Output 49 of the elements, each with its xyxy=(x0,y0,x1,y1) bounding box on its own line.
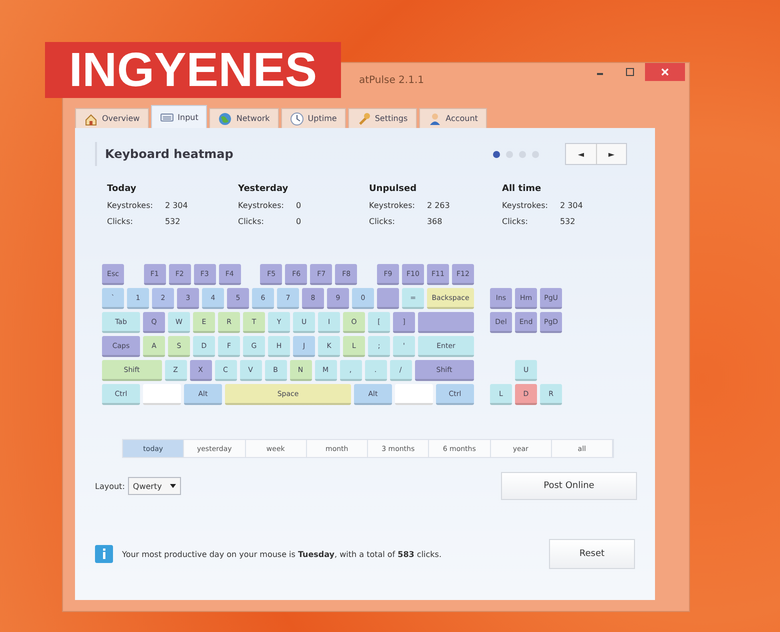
tab[interactable]: Input xyxy=(150,105,208,128)
page-dot[interactable] xyxy=(493,150,500,158)
globe-icon xyxy=(218,112,232,126)
tab[interactable]: Overview xyxy=(75,108,149,128)
layout-label: Layout: xyxy=(95,482,125,490)
tab[interactable]: Account xyxy=(418,108,487,128)
close-icon xyxy=(660,67,670,77)
stat-value: 0 xyxy=(296,201,302,210)
stat-label: Keystrokes: xyxy=(107,201,153,210)
page-dot[interactable] xyxy=(506,150,513,158)
next-button[interactable]: ► xyxy=(596,144,626,164)
maximize-icon xyxy=(625,67,635,77)
clock-icon xyxy=(290,112,304,126)
stat-label: Clicks: xyxy=(107,217,134,226)
page-dot[interactable] xyxy=(532,150,539,158)
info-icon xyxy=(95,545,113,563)
window-title: atPulse 2.1.1 xyxy=(359,74,424,86)
page-dot[interactable] xyxy=(519,150,526,158)
tab[interactable]: Settings xyxy=(348,108,417,128)
tab[interactable]: Network xyxy=(209,108,279,128)
stat-value: 0 xyxy=(296,217,302,226)
tab[interactable]: Uptime xyxy=(280,108,346,128)
stat-value: 2 263 xyxy=(426,201,450,210)
stat-label: Keystrokes: xyxy=(238,201,284,210)
stat-value: 2 304 xyxy=(164,201,188,210)
stat-label: Clicks: xyxy=(238,217,265,226)
post-online-button[interactable]: Post Online xyxy=(501,472,637,500)
stat-heading: Unpulsed xyxy=(369,184,418,194)
stat-value: 532 xyxy=(164,217,182,226)
house-icon xyxy=(84,112,98,126)
stat-label: Keystrokes: xyxy=(502,201,548,210)
layout-dropdown[interactable]: Qwerty xyxy=(128,477,181,495)
free-banner: INGYENES xyxy=(45,42,341,98)
stat-label: Clicks: xyxy=(502,217,529,226)
stat-heading: All time xyxy=(502,184,542,194)
reset-button[interactable]: Reset xyxy=(549,539,635,569)
info-message: Your most productive day on your mouse is Tuesday, with a total of 583 clicks. xyxy=(122,550,443,558)
stat-value: 2 304 xyxy=(560,201,583,210)
stat-value: 368 xyxy=(426,217,444,226)
stat-label: Clicks: xyxy=(369,217,396,226)
stat-heading: Today xyxy=(107,184,138,194)
previous-button[interactable]: ◄ xyxy=(566,144,596,164)
stat-label: Keystrokes: xyxy=(369,201,415,210)
caret-icon xyxy=(170,484,176,488)
person-icon xyxy=(428,112,442,126)
panel-title: Keyboard heatmap xyxy=(105,147,234,161)
close-button[interactable] xyxy=(645,63,685,81)
stat-value: 532 xyxy=(560,217,576,226)
stat-heading: Yesterday xyxy=(238,184,290,194)
